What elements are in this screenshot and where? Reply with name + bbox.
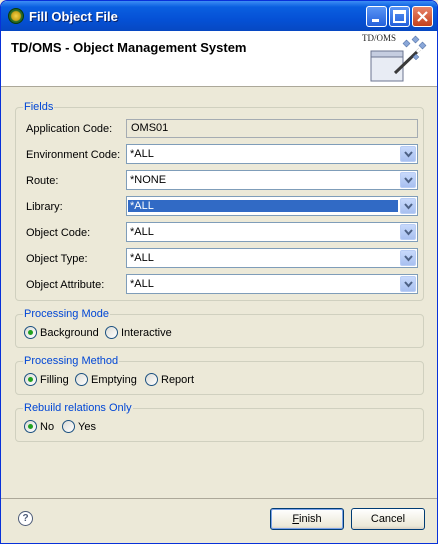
radio-yes-label: Yes — [78, 420, 96, 433]
route-value: *NONE — [130, 174, 167, 186]
object-type-value: *ALL — [130, 252, 154, 264]
radio-interactive[interactable]: Interactive — [105, 326, 172, 339]
route-combo[interactable]: *NONE — [126, 170, 418, 190]
fields-group: Fields Application Code: OMS01 Environme… — [15, 101, 424, 301]
maximize-icon — [393, 10, 406, 23]
object-attribute-value: *ALL — [130, 278, 154, 290]
library-dropdown-button[interactable] — [400, 198, 416, 214]
chevron-down-icon — [404, 177, 413, 184]
radio-emptying-label: Emptying — [91, 373, 137, 386]
close-icon — [417, 11, 428, 22]
close-button[interactable] — [412, 6, 433, 27]
title-bar[interactable]: Fill Object File — [1, 1, 437, 31]
library-combo[interactable]: *ALL — [126, 196, 418, 216]
radio-background-dot — [24, 326, 37, 339]
minimize-button[interactable] — [366, 6, 387, 27]
object-code-dropdown-button[interactable] — [400, 224, 416, 240]
dialog-window: Fill Object File TD/OMS - Object Managem… — [0, 0, 438, 544]
object-code-label: Object Code: — [26, 227, 91, 239]
cancel-button[interactable]: Cancel — [351, 508, 425, 530]
radio-report-label: Report — [161, 373, 195, 386]
radio-background-label: Background — [40, 326, 99, 339]
radio-report[interactable]: Report — [145, 373, 194, 386]
radio-no[interactable]: No — [24, 420, 54, 433]
environment-code-label: Environment Code: — [26, 149, 121, 161]
radio-report-dot — [145, 373, 158, 386]
environment-code-dropdown-button[interactable] — [400, 146, 416, 162]
logo-text: TD/OMS — [362, 33, 397, 43]
maximize-button[interactable] — [389, 6, 410, 27]
chevron-down-icon — [404, 255, 413, 262]
radio-filling-label: Filling — [40, 373, 69, 386]
radio-background[interactable]: Background — [24, 326, 99, 339]
app-icon — [8, 8, 24, 24]
object-attribute-label: Object Attribute: — [26, 279, 105, 291]
radio-no-dot — [24, 420, 37, 433]
finish-button[interactable]: Finish — [270, 508, 344, 530]
application-code-value: OMS01 — [131, 122, 169, 134]
chevron-down-icon — [404, 203, 413, 210]
radio-interactive-dot — [105, 326, 118, 339]
page-title: TD/OMS - Object Management System — [11, 40, 247, 55]
processing-mode-group: Processing Mode Background Interactive — [15, 308, 424, 348]
chevron-down-icon — [404, 151, 413, 158]
processing-method-group: Processing Method Filling Emptying Repor… — [15, 355, 424, 395]
route-label: Route: — [26, 175, 59, 187]
radio-interactive-label: Interactive — [121, 326, 172, 339]
radio-filling[interactable]: Filling — [24, 373, 69, 386]
radio-filling-dot — [24, 373, 37, 386]
application-code-field: OMS01 — [126, 119, 418, 138]
window-title: Fill Object File — [29, 9, 118, 24]
object-attribute-dropdown-button[interactable] — [400, 276, 416, 292]
application-code-label: Application Code: — [26, 123, 113, 135]
processing-method-legend: Processing Method — [23, 355, 120, 367]
chevron-down-icon — [404, 281, 413, 288]
rebuild-relations-legend: Rebuild relations Only — [23, 402, 133, 414]
radio-emptying-dot — [75, 373, 88, 386]
object-type-label: Object Type: — [26, 253, 88, 265]
radio-yes-dot — [62, 420, 75, 433]
library-label: Library: — [26, 201, 63, 213]
finish-label: inish — [299, 513, 322, 525]
route-dropdown-button[interactable] — [400, 172, 416, 188]
radio-yes[interactable]: Yes — [62, 420, 96, 433]
chevron-down-icon — [404, 229, 413, 236]
library-value: *ALL — [128, 200, 398, 212]
fields-group-legend: Fields — [23, 101, 55, 113]
environment-code-combo[interactable]: *ALL — [126, 144, 418, 164]
radio-emptying[interactable]: Emptying — [75, 373, 137, 386]
minimize-icon — [372, 19, 379, 22]
object-type-dropdown-button[interactable] — [400, 250, 416, 266]
environment-code-value: *ALL — [130, 148, 154, 160]
tdoms-logo: TD/OMS — [362, 33, 428, 85]
object-type-combo[interactable]: *ALL — [126, 248, 418, 268]
rebuild-relations-group: Rebuild relations Only No Yes — [15, 402, 424, 442]
radio-no-label: No — [40, 420, 55, 433]
help-icon[interactable]: ? — [18, 511, 33, 526]
object-code-value: *ALL — [130, 226, 154, 238]
object-code-combo[interactable]: *ALL — [126, 222, 418, 242]
footer-divider — [1, 498, 437, 499]
object-attribute-combo[interactable]: *ALL — [126, 274, 418, 294]
dialog-header: TD/OMS - Object Management System TD/OMS — [1, 31, 437, 87]
processing-mode-legend: Processing Mode — [23, 308, 110, 320]
